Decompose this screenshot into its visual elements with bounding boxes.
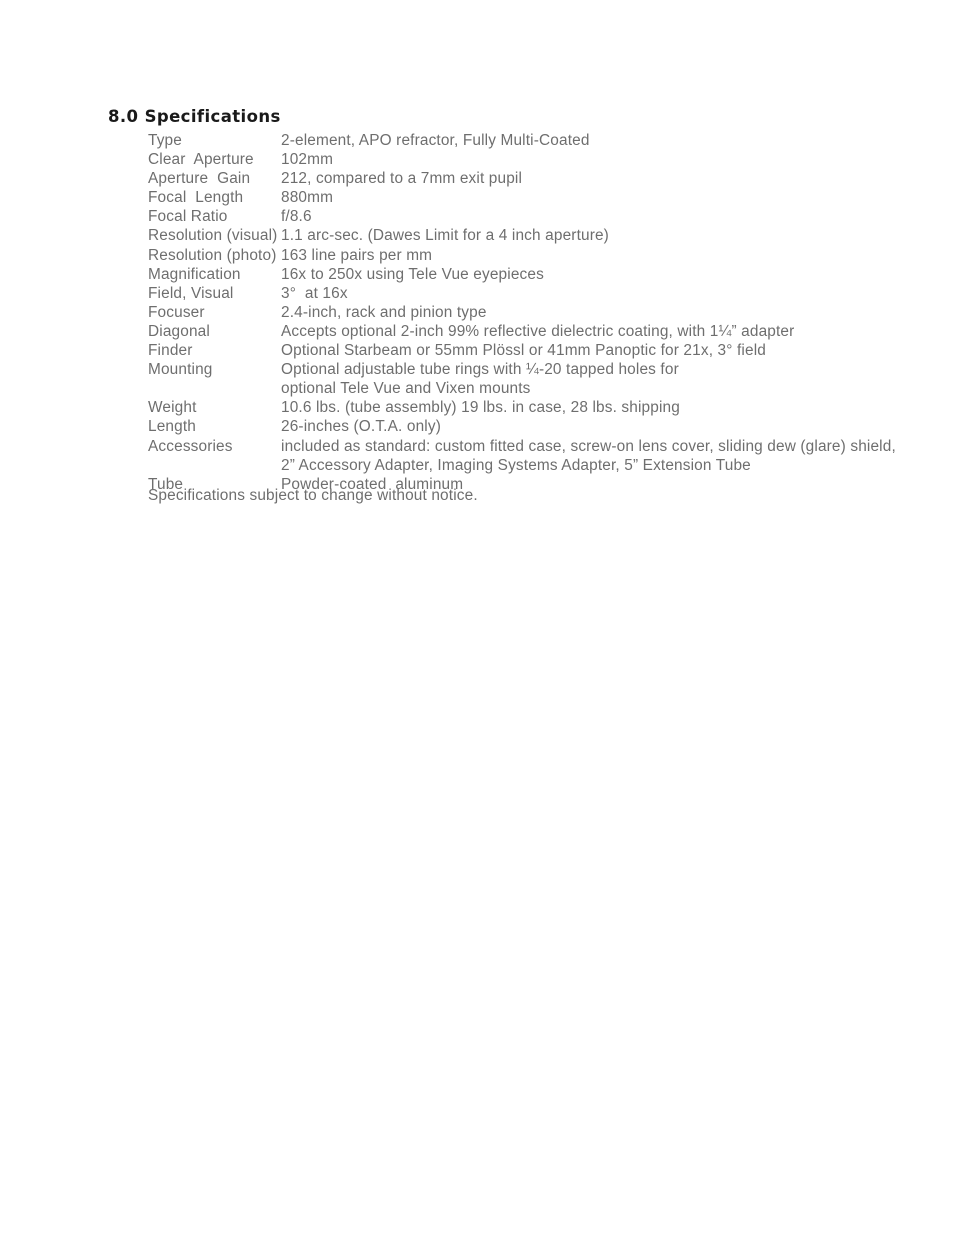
spec-row: 2” Accessory Adapter, Imaging Systems Ad… <box>148 456 908 475</box>
spec-value: Optional Starbeam or 55mm Plössl or 41mm… <box>281 342 766 360</box>
spec-value: 3° at 16x <box>281 284 348 302</box>
spec-label: Mounting <box>148 361 213 379</box>
spec-label: Length <box>148 418 196 436</box>
spec-label: Resolution (visual) <box>148 227 278 245</box>
spec-value: 163 line pairs per mm <box>281 246 433 264</box>
spec-row: Aperture Gain 212, compared to a 7mm exit… <box>148 169 908 188</box>
footnote-text: Specifications subject to change without… <box>148 487 478 504</box>
spec-row: Clear Aperture 102mm <box>148 150 908 169</box>
spec-row: Field, Visual 3° at 16x <box>148 284 908 303</box>
spec-row: Focal Length 880mm <box>148 188 908 207</box>
spec-value: 2” Accessory Adapter, Imaging Systems Ad… <box>281 456 751 474</box>
spec-label: Finder <box>148 342 193 360</box>
spec-row: Weight 10.6 lbs. (tube assembly) 19 lbs. … <box>148 398 908 417</box>
spec-value: 880mm <box>281 189 334 207</box>
spec-value: included as standard: custom fitted case… <box>281 437 896 455</box>
spec-label: Magnification <box>148 265 241 283</box>
spec-value: 2.4-inch, rack and pinion type <box>281 303 487 321</box>
spec-label: Weight <box>148 399 197 417</box>
spec-value: 2-element, APO refractor, Fully Multi-Co… <box>281 132 590 149</box>
spec-row: Focuser 2.4-inch, rack and pinion type <box>148 303 908 322</box>
spec-value: Accepts optional 2-inch 99% reflective d… <box>281 322 795 340</box>
spec-value: 26-inches (O.T.A. only) <box>281 418 441 436</box>
spec-label: Diagonal <box>148 322 210 340</box>
spec-row: Mounting Optional adjustable tube rings w… <box>148 360 908 379</box>
page-title: 8.0 Specifications <box>108 107 281 126</box>
spec-value: 16x to 250x using Tele Vue eyepieces <box>281 265 544 283</box>
spec-row: Accessories included as standard: custom … <box>148 437 908 456</box>
spec-label: Focal Length <box>148 189 244 207</box>
spec-row: Diagonal Accepts optional 2-inch 99% refl… <box>148 322 908 341</box>
specifications-list: Type 2-element, APO refractor, Fully Mult… <box>148 131 908 494</box>
spec-value: 102mm <box>281 151 334 169</box>
spec-row: Resolution (photo) 163 line pairs per mm <box>148 246 908 265</box>
document-page: 8.0 Specifications Type 2-element, APO re… <box>0 0 954 1235</box>
spec-value: f/8.6 <box>281 208 312 226</box>
spec-value: optional Tele Vue and Vixen mounts <box>281 380 531 398</box>
spec-value: 1.1 arc-sec. (Dawes Limit for a 4 inch a… <box>281 227 609 245</box>
spec-row: Finder Optional Starbeam or 55mm Plössl o… <box>148 341 908 360</box>
spec-row: Focal Ratio f/8.6 <box>148 207 908 226</box>
spec-value: 10.6 lbs. (tube assembly) 19 lbs. in cas… <box>281 399 680 417</box>
spec-row: Type 2-element, APO refractor, Fully Mult… <box>148 131 908 150</box>
spec-row: Magnification 16x to 250x using Tele Vue … <box>148 265 908 284</box>
spec-label: Focuser <box>148 303 205 321</box>
spec-row: Resolution (visual) 1.1 arc-sec. (Dawes L… <box>148 226 908 245</box>
spec-label: Resolution (photo) <box>148 246 277 264</box>
spec-label: Clear Aperture <box>148 151 254 169</box>
spec-row: optional Tele Vue and Vixen mounts <box>148 379 908 398</box>
spec-value: 212, compared to a 7mm exit pupil <box>281 170 523 188</box>
spec-label: Type <box>148 132 182 149</box>
spec-label: Field, Visual <box>148 284 234 302</box>
spec-label: Aperture Gain <box>148 170 251 188</box>
spec-value: Optional adjustable tube rings with ¼-20… <box>281 361 679 379</box>
spec-label: Accessories <box>148 437 233 455</box>
spec-row: Length 26-inches (O.T.A. only) <box>148 417 908 436</box>
spec-label: Focal Ratio <box>148 208 228 226</box>
